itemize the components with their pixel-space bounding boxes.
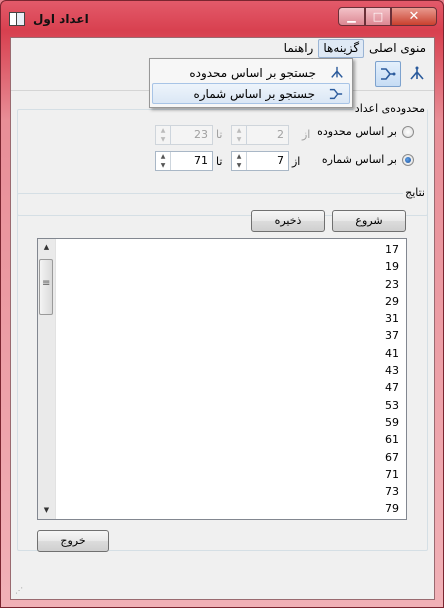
- list-item: 83: [385, 518, 399, 519]
- dropdown-label-range: جستجو بر اساس محدوده: [189, 65, 316, 80]
- save-button[interactable]: ذخیره: [251, 210, 325, 232]
- fork-tree-icon: [331, 66, 343, 78]
- list-item: 67: [385, 450, 399, 464]
- list-item: 23: [385, 277, 399, 291]
- start-button[interactable]: شروع: [332, 210, 406, 232]
- range-to-value: 23: [194, 128, 208, 141]
- list-item: 17: [385, 243, 399, 256]
- toolbar-search-index-button[interactable]: [375, 61, 401, 87]
- list-item: 61: [385, 433, 399, 447]
- dropdown-item-search-range[interactable]: جستجو بر اساس محدوده: [152, 62, 350, 83]
- range-from-value: 2: [277, 128, 284, 141]
- list-item: 29: [385, 294, 399, 308]
- spin-up-icon[interactable]: ▲: [232, 152, 246, 161]
- client-area: منوی اصلی گزینه‌ها راهنما جستجو بر اساس …: [10, 37, 435, 600]
- options-dropdown: جستجو بر اساس محدوده جستجو بر اساس شماره: [149, 58, 353, 108]
- fork-tree-icon: [410, 66, 424, 80]
- list-item: 31: [385, 312, 399, 326]
- scroll-down-icon[interactable]: ▼: [38, 502, 55, 519]
- menu-options[interactable]: گزینه‌ها: [318, 39, 365, 58]
- range-to-input[interactable]: ▲ ▼ 23: [155, 125, 213, 145]
- resize-grip-icon[interactable]: ⋰: [15, 586, 23, 595]
- title-bar[interactable]: اعداد اول ▁ □ ✕: [1, 1, 443, 37]
- menu-main[interactable]: منوی اصلی: [364, 39, 431, 58]
- close-icon: ✕: [408, 9, 420, 24]
- index-to-label: تا: [216, 155, 223, 168]
- range-group-title: محدوده‌ی اعداد: [352, 102, 427, 115]
- minimize-icon: ▁: [347, 10, 356, 23]
- list-item: 59: [385, 415, 399, 429]
- list-item: 19: [385, 260, 399, 274]
- menu-bar: منوی اصلی گزینه‌ها راهنما: [11, 38, 434, 58]
- spin-up-icon[interactable]: ▲: [232, 126, 246, 135]
- close-button[interactable]: ✕: [391, 7, 437, 26]
- list-item: 79: [385, 502, 399, 516]
- spin-down-icon[interactable]: ▼: [232, 161, 246, 170]
- maximize-button[interactable]: □: [365, 7, 391, 26]
- radio-row-index[interactable]: بر اساس شماره: [322, 153, 414, 166]
- spin-down-icon[interactable]: ▼: [156, 135, 170, 144]
- index-from-label: از: [292, 155, 301, 168]
- list-item: 73: [385, 485, 399, 499]
- branch-right-icon: [329, 88, 343, 99]
- window-title: اعداد اول: [33, 12, 89, 26]
- list-item: 37: [385, 329, 399, 343]
- list-item: 71: [385, 467, 399, 481]
- results-list[interactable]: ▲ ▼ 17 19 23 29 31 37 41 43 47 53 59 61 …: [37, 238, 407, 520]
- exit-button[interactable]: خروج: [37, 530, 109, 552]
- list-scrollbar[interactable]: ▲ ▼: [38, 239, 56, 519]
- index-to-input[interactable]: ▲ ▼ 71: [155, 151, 213, 171]
- dropdown-item-search-index[interactable]: جستجو بر اساس شماره: [152, 83, 350, 104]
- range-from-input[interactable]: ▲ ▼ 2: [231, 125, 289, 145]
- spin-down-icon[interactable]: ▼: [232, 135, 246, 144]
- list-item: 41: [385, 346, 399, 360]
- window-icon[interactable]: [9, 12, 25, 26]
- app-window: اعداد اول ▁ □ ✕ منوی اصلی گزینه‌ها راهنم…: [0, 0, 444, 608]
- range-from-label: از: [302, 128, 311, 141]
- toolbar-search-range-button[interactable]: [404, 61, 430, 87]
- index-from-input[interactable]: ▲ ▼ 7: [231, 151, 289, 171]
- list-item: 43: [385, 364, 399, 378]
- range-to-label: تا: [216, 128, 223, 141]
- minimize-button[interactable]: ▁: [338, 7, 365, 26]
- spin-up-icon[interactable]: ▲: [156, 152, 170, 161]
- results-group-title: نتایج: [403, 186, 427, 199]
- label-by-range: بر اساس محدوده: [317, 125, 397, 138]
- menu-help[interactable]: راهنما: [279, 39, 319, 58]
- spin-down-icon[interactable]: ▼: [156, 161, 170, 170]
- list-item: 47: [385, 381, 399, 395]
- index-to-value: 71: [194, 154, 208, 167]
- label-by-index: بر اساس شماره: [321, 153, 397, 166]
- list-item: 53: [385, 398, 399, 412]
- dropdown-label-index: جستجو بر اساس شماره: [193, 86, 315, 101]
- index-from-value: 7: [277, 154, 284, 167]
- spin-up-icon[interactable]: ▲: [156, 126, 170, 135]
- maximize-icon: □: [372, 10, 384, 23]
- scroll-up-icon[interactable]: ▲: [38, 239, 55, 256]
- scroll-thumb[interactable]: [39, 259, 53, 315]
- radio-by-index[interactable]: [402, 153, 414, 166]
- results-numbers: 17 19 23 29 31 37 41 43 47 53 59 61 67 7…: [385, 241, 399, 519]
- branch-right-icon: [381, 68, 396, 80]
- radio-by-range[interactable]: [402, 125, 414, 138]
- radio-row-range[interactable]: بر اساس محدوده: [317, 125, 414, 138]
